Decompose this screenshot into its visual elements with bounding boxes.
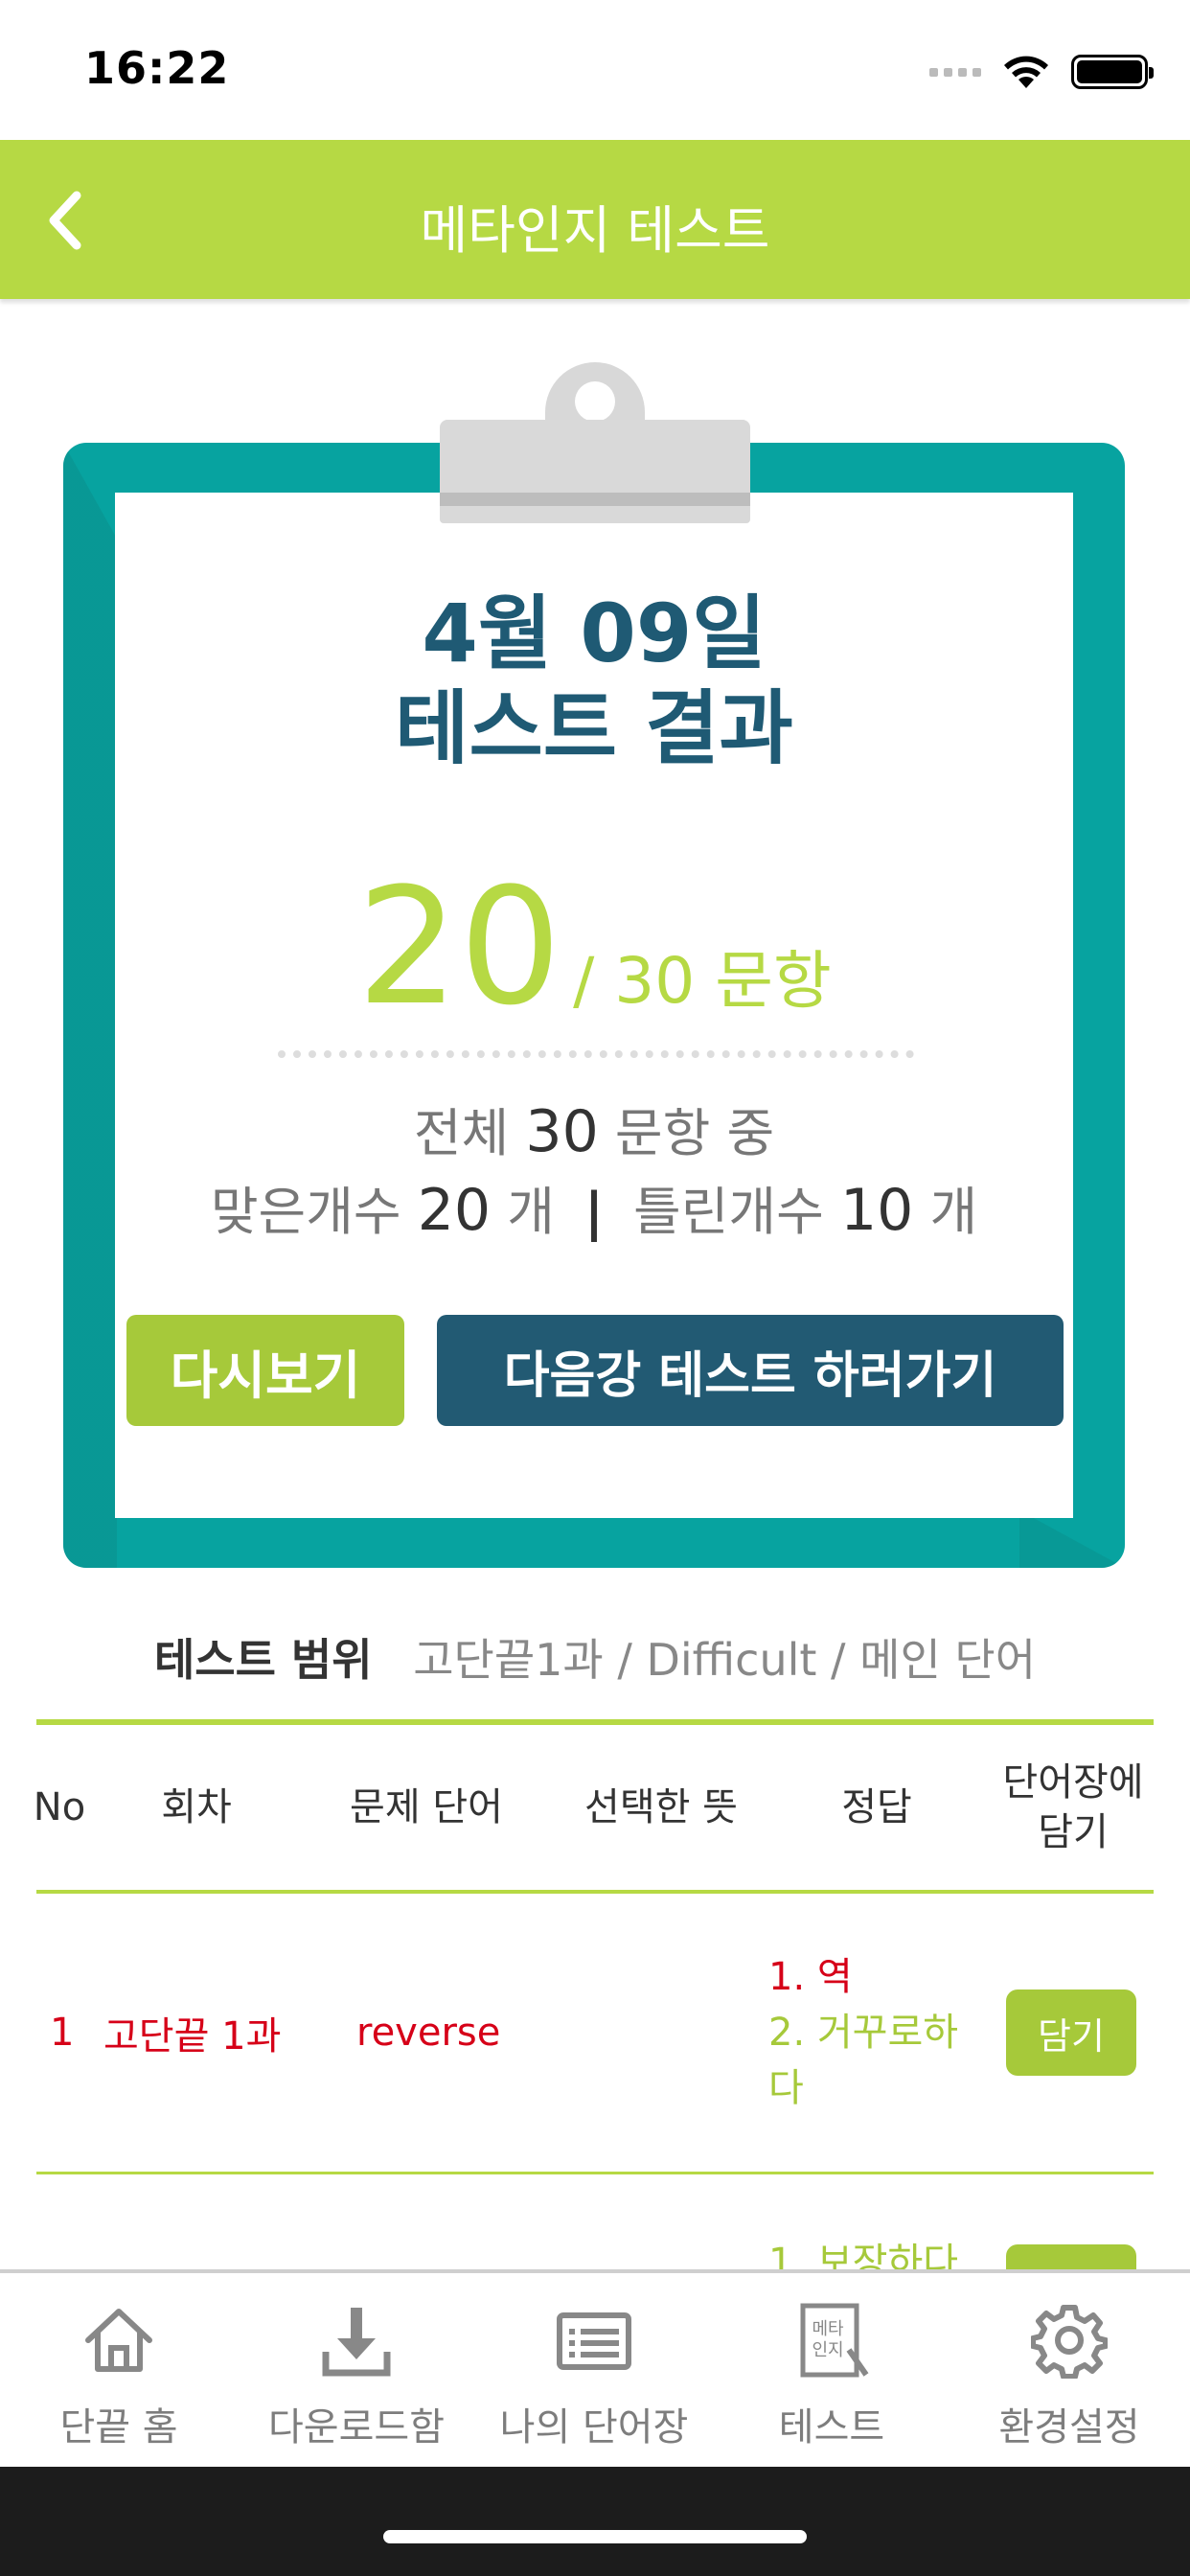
home-indicator[interactable] — [383, 2530, 807, 2543]
table-row: 1 고단끝 1과 reverse 1. 역 2. 거꾸로하 다 담기 — [0, 1894, 1190, 2172]
correct-count: 20 — [417, 1177, 492, 1244]
gear-icon — [1031, 2305, 1108, 2379]
col-answer: 정답 — [841, 1785, 912, 1829]
result-date: 4월 09일 — [422, 586, 767, 680]
page-title: 메타인지 테스트 — [420, 200, 770, 261]
col-word: 문제 단어 — [350, 1785, 503, 1829]
add-to-wordbook-button[interactable]: 담기 — [1006, 1990, 1136, 2076]
col-no: No — [33, 1785, 86, 1829]
summary-counts: 맞은개수 20 개 | 틀린개수 10 개 — [210, 1177, 978, 1244]
row-answer: 1. 역 2. 거꾸로하 다 — [768, 1955, 959, 2110]
wrong-count: 10 — [839, 1177, 914, 1244]
table-row: 1. 보장하다 — [0, 2175, 1190, 2269]
score-value: 20 — [356, 853, 562, 1041]
wordbook-icon — [557, 2312, 631, 2370]
correct-label: 맞은개수 — [210, 1182, 401, 1242]
col-add: 단어장에 담기 — [1002, 1760, 1144, 1854]
wifi-icon — [1004, 56, 1048, 88]
row-answer: 1. 보장하다 — [768, 2241, 959, 2269]
status-time: 16:22 — [84, 42, 230, 94]
score: 20/ 30 문항 — [115, 853, 1073, 1041]
app-header: 메타인지 테스트 — [0, 140, 1190, 299]
result-title: 테스트 결과 — [395, 681, 793, 776]
svg-text:인지: 인지 — [812, 2340, 843, 2360]
row-word: reverse — [356, 2011, 501, 2055]
nav-home[interactable]: 단끝 홈 — [0, 2273, 238, 2471]
row-divider — [36, 2172, 1154, 2174]
bottom-nav: 단끝 홈 다운로드함 나의 단어장 메타 인지 테스트 환경설정 — [0, 2269, 1190, 2467]
row-round: 고단끝 1과 — [103, 2014, 282, 2058]
col-selected: 선택한 뜻 — [584, 1785, 738, 1829]
nav-downloads[interactable]: 다운로드함 — [238, 2273, 475, 2471]
download-icon — [322, 2308, 391, 2377]
add-to-wordbook-button[interactable] — [1006, 2244, 1136, 2269]
status-icons — [929, 54, 1154, 90]
test-range-value: 고단끝1과 / Difficult / 메인 단어 — [413, 1634, 1037, 1686]
svg-text:메타: 메타 — [812, 2319, 844, 2339]
nav-settings[interactable]: 환경설정 — [950, 2273, 1188, 2471]
result-heading: 4월 09일 테스트 결과 — [115, 586, 1073, 776]
test-range-label: 테스트 범위 — [153, 1634, 373, 1686]
cellular-signal-icon — [929, 67, 981, 77]
table-header: No 회차 문제 단어 선택한 뜻 정답 단어장에 담기 — [0, 1725, 1190, 1890]
row-no: 1 — [50, 2011, 75, 2055]
home-indicator-bar — [0, 2467, 1190, 2576]
battery-icon — [1071, 55, 1154, 89]
nav-wordbook[interactable]: 나의 단어장 — [475, 2273, 713, 2471]
summary-total: 전체 30 문항 중 — [413, 1098, 775, 1165]
clipboard-clip-icon — [440, 362, 750, 523]
divider — [278, 1050, 914, 1058]
metacognition-test-icon: 메타 인지 — [800, 2303, 869, 2378]
wrong-label: 틀린개수 — [633, 1182, 824, 1242]
next-test-button[interactable]: 다음강 테스트 하러가기 — [437, 1315, 1064, 1426]
test-range: 테스트 범위 고단끝1과 / Difficult / 메인 단어 — [0, 1625, 1190, 1689]
col-round: 회차 — [161, 1785, 232, 1829]
nav-test[interactable]: 메타 인지 테스트 — [713, 2273, 950, 2471]
status-bar: 16:22 — [0, 0, 1190, 140]
score-total: / 30 문항 — [573, 944, 832, 1018]
home-icon — [85, 2309, 152, 2372]
review-button[interactable]: 다시보기 — [126, 1315, 404, 1426]
